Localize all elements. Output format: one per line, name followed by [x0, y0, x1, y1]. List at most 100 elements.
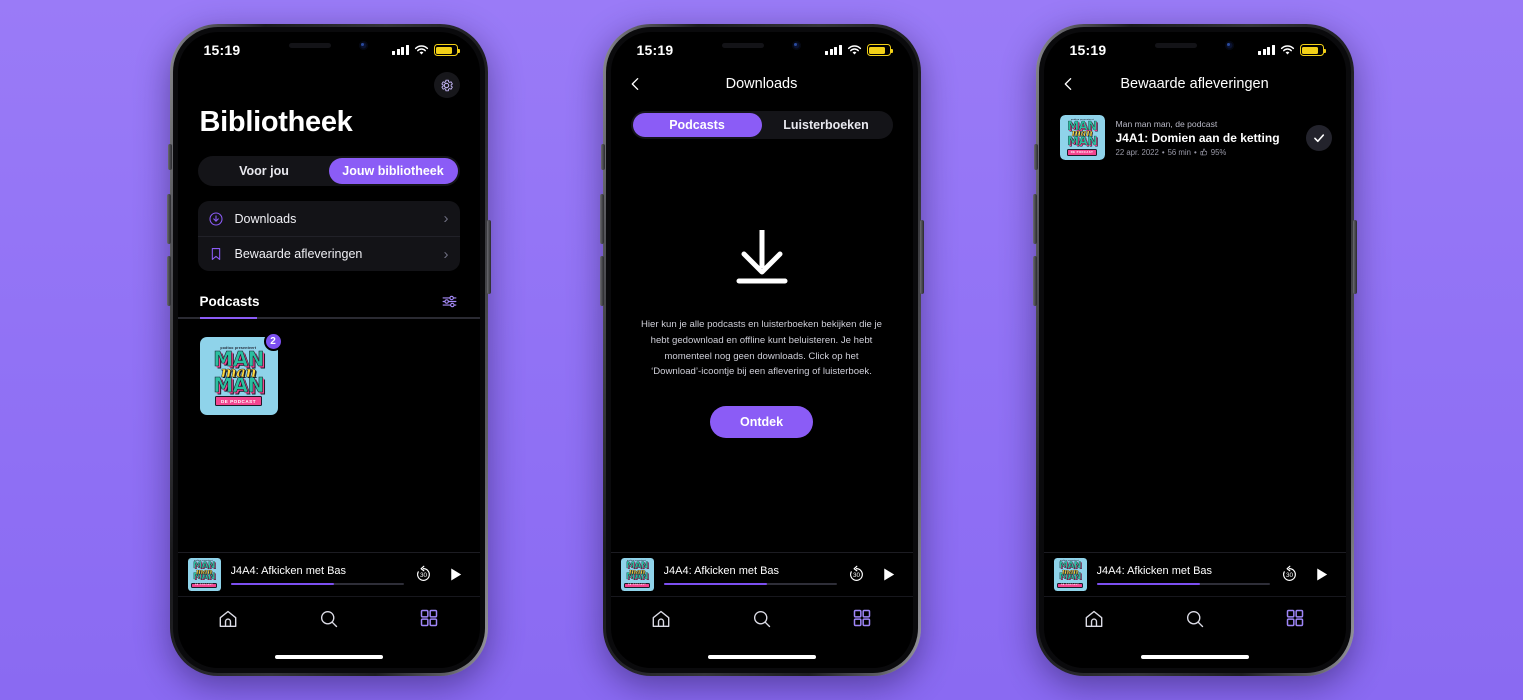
home-indicator[interactable]	[1044, 646, 1346, 668]
empty-state-text: Hier kun je alle podcasts en luisterboek…	[640, 319, 883, 378]
back-chevron-icon	[631, 78, 638, 90]
rewind-30-icon[interactable]: 30	[1280, 565, 1299, 584]
rewind-30-icon[interactable]: 30	[414, 565, 433, 584]
sidebar-item-bewaarde-afleveringen[interactable]: Bewaarde afleveringen ›	[197, 236, 460, 271]
podcast-artwork: podtoo presenteert MAN man MAN DE PODCAS…	[199, 337, 278, 415]
play-icon[interactable]	[447, 566, 464, 583]
tab-search[interactable]	[711, 608, 812, 630]
bookmark-icon	[211, 248, 220, 260]
downloads-body: Downloads Podcasts Luisterboeken Hier ku…	[610, 66, 913, 668]
episode-artwork: podtoo presenteert MAN man MAN DE PODCAS…	[1059, 115, 1105, 160]
play-icon[interactable]	[880, 566, 897, 583]
podcast-tile[interactable]: podtoo presenteert MAN man MAN DE PODCAS…	[199, 332, 283, 415]
progress-bar[interactable]	[230, 582, 404, 585]
tab-home[interactable]	[611, 608, 712, 630]
mute-switch[interactable]	[167, 144, 172, 170]
volume-up-button[interactable]	[1032, 194, 1037, 244]
status-indicators	[392, 44, 460, 56]
ontdek-button[interactable]: Ontdek	[709, 405, 814, 438]
episode-duration: 56 min	[1167, 147, 1191, 157]
tab-library[interactable]	[379, 608, 480, 628]
progress-fill	[663, 582, 768, 585]
status-time: 15:19	[636, 42, 674, 58]
mini-player[interactable]: podtoo presenteert MAN man MAN DE PODCAS…	[1043, 552, 1346, 596]
cover-banner: DE PODCAST	[1066, 148, 1098, 156]
sidebar-item-downloads[interactable]: Downloads ›	[198, 201, 460, 236]
chevron-right-icon: ›	[443, 245, 449, 263]
grid-icon	[420, 609, 438, 627]
mini-player-track-title: J4A4: Afkicken met Bas	[1096, 564, 1213, 577]
mini-player-info: J4A4: Afkicken met Bas	[1096, 564, 1270, 585]
list-item[interactable]: podtoo presenteert MAN man MAN DE PODCAS…	[1044, 102, 1346, 173]
cover-line2: man	[1071, 128, 1093, 139]
sliders-filter-icon[interactable]	[441, 293, 458, 310]
mini-player[interactable]: podtoo presenteert MAN man MAN DE PODCAS…	[610, 552, 913, 596]
check-icon	[1313, 133, 1324, 142]
library-body: Bibliotheek Voor jou Jouw bibliotheek Do…	[177, 66, 480, 668]
library-scroll[interactable]: Bibliotheek Voor jou Jouw bibliotheek Do…	[177, 66, 480, 552]
saved-episodes-body: Bewaarde afleveringen podtoo presenteert…	[1043, 66, 1346, 668]
volume-up-button[interactable]	[166, 194, 171, 244]
tab-search[interactable]	[278, 608, 379, 630]
mute-switch[interactable]	[600, 144, 605, 170]
rewind-seconds-label: 30	[1285, 572, 1293, 579]
tab-home[interactable]	[178, 608, 279, 630]
tab-home[interactable]	[1044, 608, 1145, 630]
navigation-bar: Bewaarde afleveringen	[1044, 66, 1346, 102]
search-icon	[320, 610, 337, 628]
navigation-bar: Downloads	[611, 66, 913, 102]
status-bar: 15:19	[178, 32, 480, 66]
mini-player-controls: 30	[847, 565, 897, 584]
status-bar: 15:19	[1044, 32, 1346, 66]
cellular-signal-icon	[1258, 45, 1275, 55]
mini-player-info: J4A4: Afkicken met Bas	[663, 564, 837, 585]
podcasts-section-header: Podcasts	[178, 271, 480, 310]
volume-down-button[interactable]	[166, 256, 171, 306]
status-indicators	[1258, 44, 1326, 56]
section-underline	[177, 317, 480, 319]
segment-voor-jou[interactable]: Voor jou	[200, 158, 329, 184]
mini-player-artwork: podtoo presenteert MAN man MAN DE PODCAS…	[187, 558, 221, 591]
progress-bar[interactable]	[1096, 582, 1270, 585]
cover-pretitle: podtoo presenteert	[1070, 118, 1094, 122]
power-button[interactable]	[1352, 220, 1357, 294]
phone-downloads: 15:19 Downloads Podcasts Luisterboeken H…	[599, 24, 924, 676]
volume-down-button[interactable]	[1032, 256, 1037, 306]
episode-saved-toggle[interactable]	[1305, 124, 1332, 151]
bottom-tab-bar	[177, 596, 480, 646]
back-button[interactable]	[627, 76, 644, 93]
cover-banner: DE PODCAST	[191, 582, 217, 589]
settings-button[interactable]	[433, 72, 460, 98]
mini-player[interactable]: podtoo presenteert MAN man MAN DE PODCAS…	[177, 552, 480, 596]
rewind-30-icon[interactable]: 30	[847, 565, 866, 584]
phone-saved-episodes: 15:19 Bewaarde afleveringen podtoo prese…	[1032, 24, 1357, 676]
volume-up-button[interactable]	[599, 194, 604, 244]
home-indicator[interactable]	[178, 646, 480, 668]
volume-down-button[interactable]	[599, 256, 604, 306]
progress-fill	[230, 582, 335, 585]
thumbs-up-icon	[1200, 148, 1207, 156]
cover-line2: man	[1061, 567, 1079, 577]
power-button[interactable]	[919, 220, 924, 294]
library-menu-card: Downloads › Bewaarde afleveringen ›	[197, 201, 460, 271]
meta-separator: •	[1194, 147, 1197, 157]
wifi-icon	[847, 44, 861, 54]
tab-library[interactable]	[812, 608, 913, 628]
saved-episodes-list[interactable]: podtoo presenteert MAN man MAN DE PODCAS…	[1044, 102, 1346, 552]
bottom-tab-bar	[1043, 596, 1346, 646]
episode-show-name: Man man man, de podcast	[1115, 118, 1218, 129]
progress-bar[interactable]	[663, 582, 837, 585]
tab-library[interactable]	[1245, 608, 1346, 628]
power-button[interactable]	[486, 220, 491, 294]
cover-banner: DE PODCAST	[624, 582, 650, 589]
mini-player-track-title: J4A4: Afkicken met Bas	[663, 564, 780, 577]
segment-jouw-bibliotheek[interactable]: Jouw bibliotheek	[328, 158, 458, 184]
mute-switch[interactable]	[1033, 144, 1038, 170]
home-indicator[interactable]	[611, 646, 913, 668]
section-title-podcasts: Podcasts	[199, 294, 260, 309]
back-button[interactable]	[1060, 76, 1077, 93]
tab-search[interactable]	[1144, 608, 1245, 630]
grid-icon	[1286, 609, 1304, 627]
play-icon[interactable]	[1313, 566, 1330, 583]
library-segmented-control: Voor jou Jouw bibliotheek	[197, 156, 460, 186]
